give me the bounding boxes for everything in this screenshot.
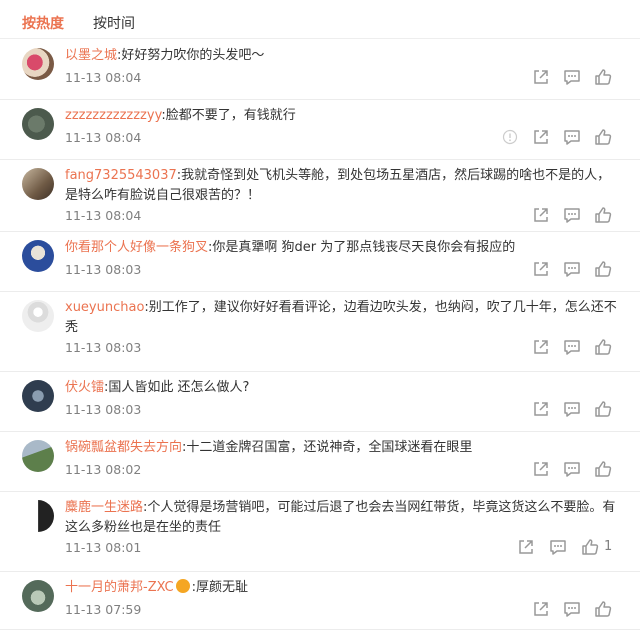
thumbs-up-icon[interactable] xyxy=(594,206,612,224)
share-icon[interactable] xyxy=(532,128,550,146)
comment-timestamp: 11-13 08:04 xyxy=(65,208,142,223)
share-icon[interactable] xyxy=(532,600,550,618)
avatar[interactable] xyxy=(22,108,54,140)
comment-text: fang7325543037:我就奇怪到处飞机头等舱，到处包场五星酒店，然后球踢… xyxy=(65,166,618,206)
comment-body: :别工作了，建议你好好看看评论，边看边吹头发，也纳闷，吹了几十年，怎么还不秃 xyxy=(65,300,617,335)
share-icon[interactable] xyxy=(532,206,550,224)
thumbs-up-icon[interactable] xyxy=(594,600,612,618)
comment-icon[interactable] xyxy=(563,260,581,278)
comment-text: 伏火镭:国人皆如此 还怎么做人? xyxy=(65,378,618,398)
comment-icon[interactable] xyxy=(563,206,581,224)
comment-item: xueyunchao:别工作了，建议你好好看看评论，边看边吹头发，也纳闷，吹了几… xyxy=(0,292,640,372)
fan-badge-icon xyxy=(175,579,190,593)
thumbs-up-icon[interactable] xyxy=(594,260,612,278)
comment-text: 你看那个人好像一条狗叉:你是真犟啊 狗der 为了那点钱丧尽天良你会有报应的 xyxy=(65,238,618,258)
comment-body: :好好努力吹你的头发吧～ xyxy=(117,48,265,63)
avatar[interactable] xyxy=(22,580,54,612)
comment-item: fang7325543037:我就奇怪到处飞机头等舱，到处包场五星酒店，然后球踢… xyxy=(0,160,640,232)
comment-username[interactable]: 麋鹿一生迷路 xyxy=(65,500,143,515)
comment-text: zzzzzzzzzzzzyy:脸都不要了，有钱就行 xyxy=(65,106,618,126)
comment-body: :十二道金牌召国富，还说神奇，全国球迷看在眼里 xyxy=(182,440,473,455)
comment-timestamp: 11-13 08:02 xyxy=(65,462,142,477)
comment-body: :脸都不要了，有钱就行 xyxy=(161,108,296,123)
comment-icon[interactable] xyxy=(563,460,581,478)
comment-item: 伏火镭:国人皆如此 还怎么做人? 11-13 08:03 xyxy=(0,372,640,432)
comment-text: 麋鹿一生迷路:个人觉得是场营销吧，可能过后退了也会去当网红带货，毕竟这货这么不要… xyxy=(65,498,618,538)
comment-icon[interactable] xyxy=(563,400,581,418)
share-icon[interactable] xyxy=(532,260,550,278)
comment-icon[interactable] xyxy=(549,538,567,556)
comment-username[interactable]: 十一月的萧邦-ZXC xyxy=(65,580,174,595)
share-icon[interactable] xyxy=(532,338,550,356)
comment-item: zzzzzzzzzzzzyy:脸都不要了，有钱就行 11-13 08:04 xyxy=(0,100,640,160)
avatar[interactable] xyxy=(22,300,54,332)
comment-item: 锅碗瓢盆都失去方向:十二道金牌召国富，还说神奇，全国球迷看在眼里 11-13 08… xyxy=(0,432,640,492)
avatar[interactable] xyxy=(22,48,54,80)
comment-timestamp: 11-13 07:59 xyxy=(65,602,142,617)
share-icon[interactable] xyxy=(532,460,550,478)
like-count: 1 xyxy=(604,539,613,554)
thumbs-up-icon[interactable] xyxy=(594,338,612,356)
thumbs-up-icon[interactable] xyxy=(594,460,612,478)
avatar[interactable] xyxy=(22,440,54,472)
tab-sort-by-hot[interactable]: 按热度 xyxy=(22,14,64,34)
comment-username[interactable]: 锅碗瓢盆都失去方向 xyxy=(65,440,182,455)
comment-text: 十一月的萧邦-ZXC :厚颜无耻 xyxy=(65,578,618,598)
thumbs-up-icon[interactable] xyxy=(594,128,612,146)
comment-icon[interactable] xyxy=(563,68,581,86)
comment-username[interactable]: xueyunchao xyxy=(65,300,144,315)
thumbs-up-icon[interactable] xyxy=(594,400,612,418)
comment-username[interactable]: zzzzzzzzzzzzyy xyxy=(65,108,161,123)
share-icon[interactable] xyxy=(517,538,535,556)
avatar[interactable] xyxy=(22,240,54,272)
thumbs-up-icon[interactable] xyxy=(594,68,612,86)
comment-username[interactable]: 你看那个人好像一条狗叉 xyxy=(65,240,208,255)
divider xyxy=(0,38,640,39)
avatar[interactable] xyxy=(22,380,54,412)
avatar[interactable] xyxy=(22,500,54,532)
comment-icon[interactable] xyxy=(563,600,581,618)
share-icon[interactable] xyxy=(532,68,550,86)
report-icon[interactable] xyxy=(502,129,520,147)
comment-username[interactable]: 伏火镭 xyxy=(65,380,104,395)
comment-timestamp: 11-13 08:03 xyxy=(65,262,142,277)
comment-timestamp: 11-13 08:03 xyxy=(65,340,142,355)
comment-item: 以墨之城:好好努力吹你的头发吧～ 11-13 08:04 xyxy=(0,40,640,100)
comment-timestamp: 11-13 08:01 xyxy=(65,540,142,555)
comment-item: 你看那个人好像一条狗叉:你是真犟啊 狗der 为了那点钱丧尽天良你会有报应的 11… xyxy=(0,232,640,292)
comment-icon[interactable] xyxy=(563,128,581,146)
comment-body: :个人觉得是场营销吧，可能过后退了也会去当网红带货，毕竟这货这么不要脸。有这么多… xyxy=(65,500,616,535)
comment-text: xueyunchao:别工作了，建议你好好看看评论，边看边吹头发，也纳闷，吹了几… xyxy=(65,298,618,338)
comment-timestamp: 11-13 08:03 xyxy=(65,402,142,417)
comment-body: :你是真犟啊 狗der 为了那点钱丧尽天良你会有报应的 xyxy=(208,240,516,255)
comment-text: 锅碗瓢盆都失去方向:十二道金牌召国富，还说神奇，全国球迷看在眼里 xyxy=(65,438,618,458)
comment-icon[interactable] xyxy=(563,338,581,356)
comment-body: :国人皆如此 还怎么做人? xyxy=(104,380,250,395)
comment-username[interactable]: 以墨之城 xyxy=(65,48,117,63)
comment-timestamp: 11-13 08:04 xyxy=(65,70,142,85)
comment-text: 以墨之城:好好努力吹你的头发吧～ xyxy=(65,46,618,66)
thumbs-up-icon[interactable] xyxy=(581,538,599,556)
avatar[interactable] xyxy=(22,168,54,200)
tab-sort-by-time[interactable]: 按时间 xyxy=(93,14,135,34)
comment-item: 十一月的萧邦-ZXC :厚颜无耻 11-13 07:59 xyxy=(0,572,640,630)
comment-username[interactable]: fang7325543037 xyxy=(65,168,177,183)
comment-body: :厚颜无耻 xyxy=(191,580,249,595)
comment-timestamp: 11-13 08:04 xyxy=(65,130,142,145)
comment-item: 麋鹿一生迷路:个人觉得是场营销吧，可能过后退了也会去当网红带货，毕竟这货这么不要… xyxy=(0,492,640,572)
share-icon[interactable] xyxy=(532,400,550,418)
